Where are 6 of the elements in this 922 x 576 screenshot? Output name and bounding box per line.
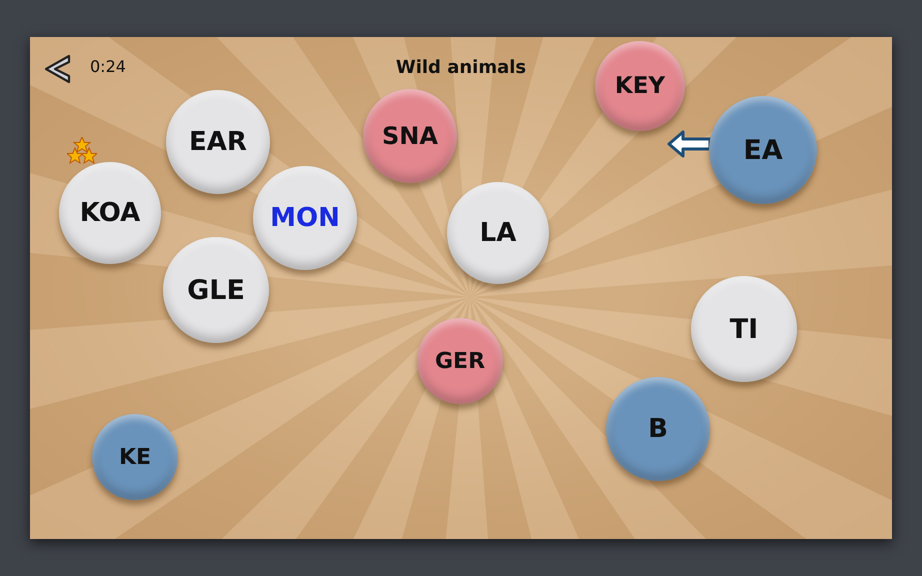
level-title: Wild animals bbox=[396, 57, 526, 78]
arrow-icon bbox=[666, 128, 712, 160]
timer: 0:24 bbox=[90, 57, 126, 76]
stars-icon bbox=[67, 137, 97, 165]
back-icon bbox=[42, 53, 72, 85]
back-button[interactable] bbox=[42, 53, 72, 85]
